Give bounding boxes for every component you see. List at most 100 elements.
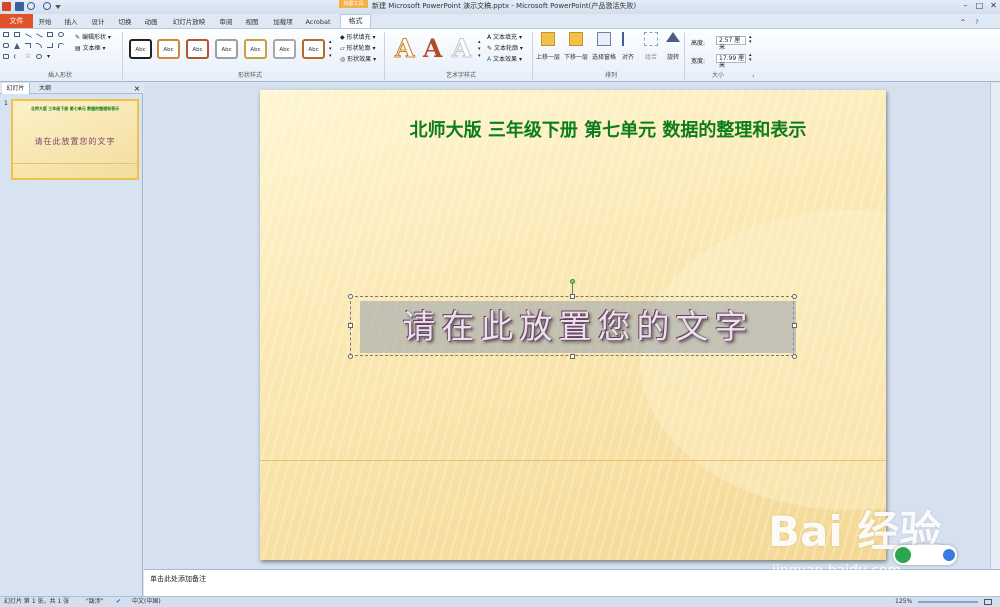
close-pane-icon[interactable]: ×	[132, 83, 142, 94]
send-backward-button[interactable]: 下移一层	[564, 52, 588, 61]
resize-handle-nw[interactable]	[348, 294, 353, 299]
tab-animations[interactable]: 动画	[142, 16, 160, 28]
text-outline-button[interactable]: ✎ 文本轮廓 ▾	[487, 43, 523, 52]
wordart-scroll-icon[interactable]: ▴ ▾ ▾	[478, 39, 481, 60]
height-input[interactable]: 2.57 厘米	[716, 36, 746, 51]
arrow-shape-icon[interactable]	[36, 33, 43, 38]
shape-effects-button[interactable]: ◎ 形状效果 ▾	[340, 54, 376, 63]
tab-acrobat[interactable]: Acrobat	[304, 16, 332, 28]
tab-view[interactable]: 视图	[243, 16, 261, 28]
oval-shape-icon[interactable]	[58, 32, 64, 37]
star-shape-icon[interactable]: ☆	[25, 53, 31, 60]
rotate-icon[interactable]	[666, 32, 680, 42]
resize-handle-n[interactable]	[570, 294, 575, 299]
help-icon[interactable]: ?	[972, 16, 982, 28]
tab-slides[interactable]: 幻灯片	[2, 83, 30, 94]
edit-shape-button[interactable]: ✎ 编辑形状 ▾	[75, 32, 111, 41]
bring-forward-icon[interactable]	[541, 32, 555, 46]
resize-handle-e[interactable]	[792, 323, 797, 328]
maximize-button[interactable]: □	[974, 1, 985, 11]
insert-shapes-gallery[interactable]: ☆ ▾	[3, 32, 69, 64]
customize-quick-access-icon[interactable]	[55, 5, 61, 9]
bent-connector-icon[interactable]	[47, 43, 53, 48]
shape-style-3[interactable]: Abc	[186, 39, 209, 59]
more-shapes-icon[interactable]: ▾	[47, 54, 53, 60]
ribbon-collapse-icon[interactable]: ^	[958, 16, 968, 28]
shape-style-2[interactable]: Abc	[157, 39, 180, 59]
tab-design[interactable]: 设计	[89, 16, 107, 28]
triangle-shape-icon[interactable]	[14, 43, 20, 49]
zoom-slider[interactable]	[918, 601, 978, 603]
resize-handle-s[interactable]	[570, 354, 575, 359]
floating-widget[interactable]	[893, 545, 957, 565]
tab-review[interactable]: 审阅	[217, 16, 235, 28]
square-shape-icon[interactable]	[47, 32, 53, 37]
undo-icon[interactable]	[27, 2, 35, 10]
shape-style-6[interactable]: Abc	[273, 39, 296, 59]
callout-shape-icon[interactable]	[36, 54, 42, 59]
rotate-button[interactable]: 旋转	[667, 52, 679, 61]
tab-home[interactable]: 开始	[36, 16, 54, 28]
resize-handle-sw[interactable]	[348, 354, 353, 359]
shape-styles-scroll-icon[interactable]: ▴ ▾ ▾	[329, 39, 332, 60]
size-dialog-launcher-icon[interactable]: ⌟	[752, 72, 754, 78]
text-effects-button[interactable]: A 文本效果 ▾	[487, 54, 522, 63]
brace-shape-icon[interactable]	[14, 54, 20, 59]
close-button[interactable]: ✕	[988, 1, 999, 11]
wordart-style-1[interactable]: A	[394, 34, 414, 64]
elbow-connector-icon[interactable]	[25, 43, 31, 48]
widget-blue-icon[interactable]	[943, 549, 955, 561]
resize-handle-ne[interactable]	[792, 294, 797, 299]
widget-green-icon[interactable]	[895, 547, 911, 563]
minimize-button[interactable]: –	[960, 1, 971, 11]
slide-thumbnail[interactable]: 北师大版 三年级下册 第七单元 数据的整理和表示 请在此放置您的文字	[11, 99, 139, 180]
tab-file[interactable]: 文件	[0, 14, 33, 28]
shape-style-4[interactable]: Abc	[215, 39, 238, 59]
group-button[interactable]: 组合	[645, 52, 657, 61]
height-spinner-icon[interactable]: ▴ ▾	[749, 35, 752, 45]
curved-arrow-icon[interactable]	[36, 43, 42, 48]
save-icon[interactable]	[15, 2, 24, 11]
rotation-handle[interactable]	[570, 279, 575, 284]
width-spinner-icon[interactable]: ▴ ▾	[749, 53, 752, 63]
rectangle-shape-icon[interactable]	[3, 32, 9, 37]
vertical-scrollbar[interactable]	[990, 83, 1000, 569]
group-icon[interactable]	[644, 32, 658, 46]
rounded-rect-shape-icon[interactable]	[3, 43, 9, 48]
redo-icon[interactable]	[43, 2, 51, 10]
slide-title[interactable]: 北师大版 三年级下册 第七单元 数据的整理和表示	[260, 116, 886, 142]
shape-style-7[interactable]: Abc	[302, 39, 325, 59]
language[interactable]: 中文(中国)	[132, 597, 161, 607]
shape-style-1[interactable]: Abc	[129, 39, 152, 59]
tab-slideshow[interactable]: 幻灯片放映	[170, 16, 208, 28]
align-icon[interactable]	[622, 32, 636, 46]
selection-pane-button[interactable]: 选择窗格	[592, 52, 616, 61]
tab-addins[interactable]: 加载项	[270, 16, 296, 28]
fit-slide-icon[interactable]	[984, 599, 992, 605]
spellcheck-icon[interactable]: ✔	[116, 597, 121, 607]
tab-insert[interactable]: 插入	[62, 16, 80, 28]
resize-handle-w[interactable]	[348, 323, 353, 328]
textbox-shape-icon[interactable]	[14, 32, 20, 37]
resize-handle-se[interactable]	[792, 354, 797, 359]
tab-format[interactable]: 格式	[340, 14, 371, 28]
line-shape-icon[interactable]	[25, 33, 32, 38]
text-box-button[interactable]: ▤ 文本框 ▾	[75, 43, 106, 52]
wordart-style-3[interactable]: A	[451, 34, 471, 64]
shape-fill-button[interactable]: ◆ 形状填充 ▾	[340, 32, 375, 41]
selection-pane-icon[interactable]	[597, 32, 611, 46]
tab-transitions[interactable]: 切换	[116, 16, 134, 28]
powerpoint-icon[interactable]	[2, 2, 11, 11]
bring-forward-button[interactable]: 上移一层	[536, 52, 560, 61]
width-input[interactable]: 17.99 厘米	[716, 54, 746, 69]
shape-style-5[interactable]: Abc	[244, 39, 267, 59]
curve-shape-icon[interactable]	[58, 43, 64, 48]
slide[interactable]: 北师大版 三年级下册 第七单元 数据的整理和表示 请在此放置您的文字	[260, 90, 886, 560]
wordart-text[interactable]: 请在此放置您的文字	[360, 301, 796, 353]
align-button[interactable]: 对齐	[622, 52, 634, 61]
zoom-level[interactable]: 125%	[895, 597, 912, 607]
text-fill-button[interactable]: A 文本填充 ▾	[487, 32, 522, 41]
send-backward-icon[interactable]	[569, 32, 583, 46]
wordart-style-2[interactable]: A	[423, 34, 442, 63]
shape-outline-button[interactable]: ▱ 形状轮廓 ▾	[340, 43, 375, 52]
